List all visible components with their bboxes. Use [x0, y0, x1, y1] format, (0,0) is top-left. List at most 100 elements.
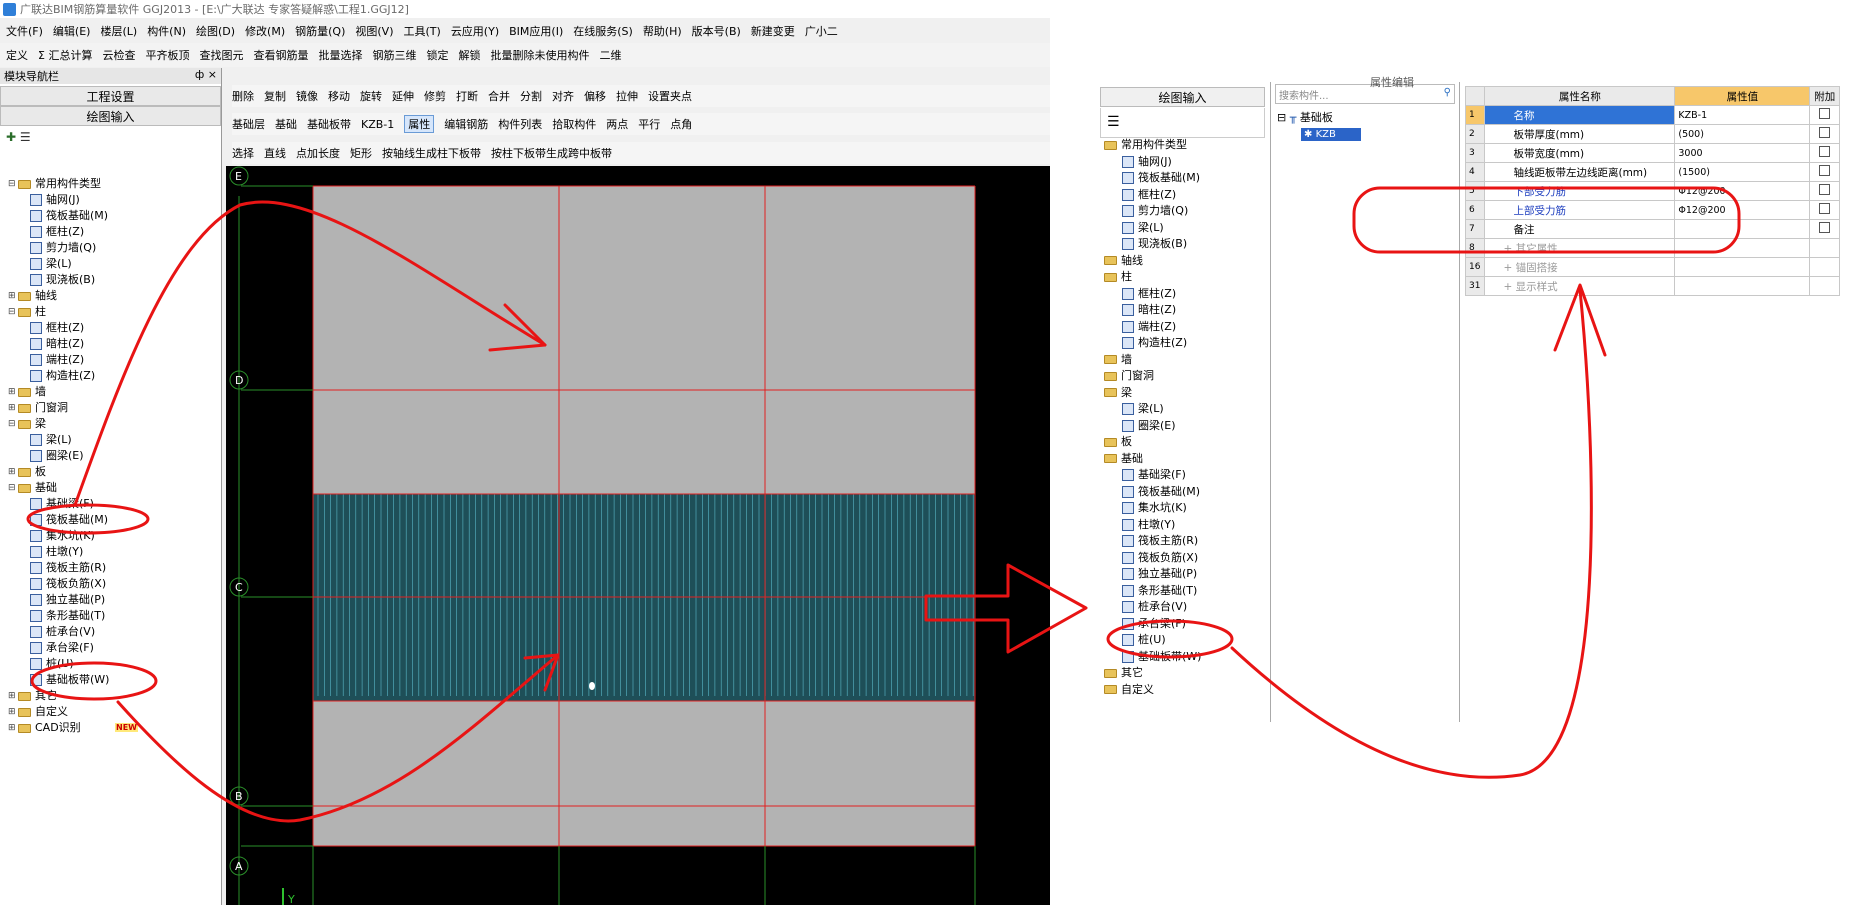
- append-checkbox[interactable]: [1809, 143, 1840, 163]
- collapse-icon[interactable]: ⊟: [8, 176, 18, 192]
- edit-button-7[interactable]: 打断: [456, 88, 478, 104]
- component-selector-9[interactable]: 平行: [638, 116, 660, 132]
- append-checkbox[interactable]: [1809, 162, 1840, 182]
- tree-item[interactable]: 桩承台(V): [8, 624, 218, 640]
- toolbar-button-6[interactable]: 批量选择: [318, 47, 362, 63]
- collapse-icon[interactable]: ⊟: [8, 480, 18, 496]
- tree-folder[interactable]: 墙: [1104, 352, 1269, 369]
- tree-item[interactable]: 圈梁(E): [1104, 418, 1269, 435]
- menu-item-7[interactable]: 视图(V): [355, 23, 393, 39]
- component-selector-8[interactable]: 两点: [606, 116, 628, 132]
- draw-button-4[interactable]: 按轴线生成柱下板带: [382, 145, 481, 161]
- expand-icon[interactable]: ⊞: [8, 384, 18, 400]
- toolbar-button-9[interactable]: 解锁: [458, 47, 480, 63]
- tree-item[interactable]: 暗柱(Z): [1104, 302, 1269, 319]
- append-checkbox[interactable]: [1809, 124, 1840, 144]
- expand-icon[interactable]: +: [1503, 262, 1515, 274]
- tree-item[interactable]: 独立基础(P): [8, 592, 218, 608]
- tree-folder[interactable]: ⊟ 柱: [8, 304, 218, 320]
- prop-value[interactable]: [1674, 219, 1811, 239]
- props-row[interactable]: 8 + 其它属性: [1464, 238, 1840, 258]
- prop-value[interactable]: [1674, 238, 1811, 258]
- tree-folder[interactable]: 常用构件类型: [1104, 137, 1269, 154]
- menu-item-8[interactable]: 工具(T): [404, 23, 441, 39]
- tree-folder[interactable]: 柱: [1104, 269, 1269, 286]
- tree-folder[interactable]: 梁: [1104, 385, 1269, 402]
- edit-button-1[interactable]: 复制: [264, 88, 286, 104]
- tree-folder[interactable]: 板: [1104, 434, 1269, 451]
- tree-item[interactable]: 基础板带(W): [1104, 649, 1269, 666]
- tree-item[interactable]: 条形基础(T): [1104, 583, 1269, 600]
- prop-value[interactable]: (500): [1674, 124, 1811, 144]
- drawing-input-tab[interactable]: 绘图输入: [1100, 87, 1265, 107]
- tree-item[interactable]: 承台梁(F): [8, 640, 218, 656]
- tree-item[interactable]: 现浇板(B): [8, 272, 218, 288]
- toolbar-button-5[interactable]: 查看钢筋量: [253, 47, 308, 63]
- menu-item-1[interactable]: 编辑(E): [53, 23, 91, 39]
- tree-item[interactable]: 条形基础(T): [8, 608, 218, 624]
- prop-value[interactable]: [1674, 257, 1811, 277]
- menu-item-4[interactable]: 绘图(D): [196, 23, 235, 39]
- tree-item[interactable]: 桩(U): [1104, 632, 1269, 649]
- prop-value[interactable]: [1674, 276, 1811, 296]
- expand-icon[interactable]: ⊞: [8, 688, 18, 704]
- toolbar-button-4[interactable]: 查找图元: [199, 47, 243, 63]
- tree-folder[interactable]: ⊟ 常用构件类型: [8, 176, 218, 192]
- edit-button-2[interactable]: 镜像: [296, 88, 318, 104]
- props-row[interactable]: 1 名称 KZB-1: [1464, 105, 1840, 125]
- tree-item[interactable]: 轴网(J): [1104, 154, 1269, 171]
- edit-button-6[interactable]: 修剪: [424, 88, 446, 104]
- menu-item-0[interactable]: 文件(F): [6, 23, 43, 39]
- append-checkbox[interactable]: [1809, 219, 1840, 239]
- drawing-input-button[interactable]: 绘图输入: [0, 106, 221, 126]
- checkbox[interactable]: [1819, 146, 1831, 157]
- tree-item[interactable]: 筏板负筋(X): [1104, 550, 1269, 567]
- component-selector-5[interactable]: 编辑钢筋: [444, 116, 488, 132]
- props-row[interactable]: 6 上部受力筋 Φ12@200: [1464, 200, 1840, 220]
- tree-item[interactable]: 筏板主筋(R): [1104, 533, 1269, 550]
- expand-icon[interactable]: ⊞: [8, 400, 18, 416]
- checkbox[interactable]: [1819, 222, 1831, 233]
- edit-button-0[interactable]: 删除: [232, 88, 254, 104]
- tree-item[interactable]: 基础梁(F): [8, 496, 218, 512]
- properties-tab[interactable]: 属性编辑: [1370, 74, 1414, 90]
- tree-item[interactable]: 筏板基础(M): [1104, 484, 1269, 501]
- tree-item[interactable]: 基础梁(F): [1104, 467, 1269, 484]
- tree-item[interactable]: 暗柱(Z): [8, 336, 218, 352]
- search-icon[interactable]: ⚲: [1444, 87, 1451, 101]
- draw-button-5[interactable]: 按柱下板带生成跨中板带: [491, 145, 612, 161]
- tree-item[interactable]: 集水坑(K): [1104, 500, 1269, 517]
- props-row[interactable]: 31 + 显示样式: [1464, 276, 1840, 296]
- expand-icon[interactable]: +: [1503, 281, 1515, 293]
- edit-button-9[interactable]: 分割: [520, 88, 542, 104]
- toolbar-button-11[interactable]: 二维: [599, 47, 621, 63]
- prop-value[interactable]: Φ12@200: [1674, 181, 1811, 201]
- component-selector-3[interactable]: KZB-1: [361, 118, 394, 131]
- expand-all-icon[interactable]: ✚: [6, 130, 16, 144]
- toolbar-button-0[interactable]: 定义: [6, 47, 28, 63]
- props-row[interactable]: 4 轴线距板带左边线距离(mm) (1500): [1464, 162, 1840, 182]
- menu-item-3[interactable]: 构件(N): [147, 23, 186, 39]
- tree-item[interactable]: 框柱(Z): [8, 224, 218, 240]
- edit-button-3[interactable]: 移动: [328, 88, 350, 104]
- tree-item[interactable]: 圈梁(E): [8, 448, 218, 464]
- tree-item[interactable]: 承台梁(F): [1104, 616, 1269, 633]
- pin-icon[interactable]: ф: [195, 68, 204, 81]
- menu-item-11[interactable]: 在线服务(S): [573, 23, 633, 39]
- edit-button-12[interactable]: 拉伸: [616, 88, 638, 104]
- search-box[interactable]: 搜索构件... ⚲: [1275, 84, 1455, 104]
- prop-value[interactable]: (1500): [1674, 162, 1811, 182]
- tree-item[interactable]: 现浇板(B): [1104, 236, 1269, 253]
- expand-icon[interactable]: ⊞: [8, 720, 18, 736]
- tree-folder[interactable]: 基础: [1104, 451, 1269, 468]
- tree-item[interactable]: 基础板带(W): [8, 672, 218, 688]
- checkbox[interactable]: [1819, 184, 1831, 195]
- drawing-canvas[interactable]: E D C B A Y: [226, 166, 1050, 905]
- checkbox[interactable]: [1819, 108, 1831, 119]
- props-row[interactable]: 16 + 锚固搭接: [1464, 257, 1840, 277]
- prop-value[interactable]: Φ12@200: [1674, 200, 1811, 220]
- checkbox[interactable]: [1819, 127, 1831, 138]
- tree-item[interactable]: 筏板基础(M): [1104, 170, 1269, 187]
- tree-folder[interactable]: ⊞ 墙: [8, 384, 218, 400]
- tree-item[interactable]: 剪力墙(Q): [1104, 203, 1269, 220]
